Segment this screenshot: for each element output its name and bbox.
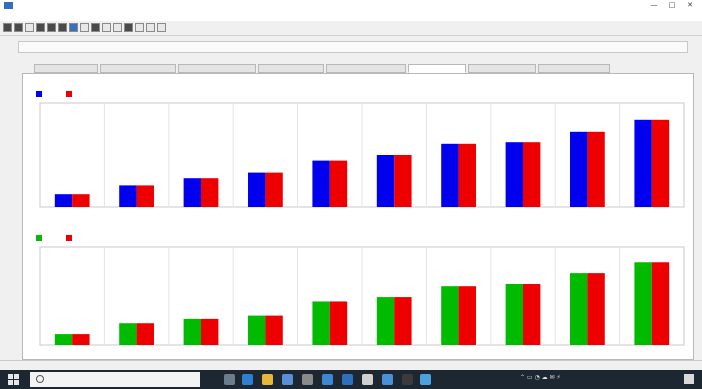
tab-3[interactable] (258, 64, 324, 73)
tab-2[interactable] (178, 64, 256, 73)
edge-icon[interactable] (242, 374, 253, 385)
toolbar-button-7[interactable] (80, 23, 89, 32)
chart-2-bar (72, 334, 90, 345)
chart-1-bar (394, 155, 412, 207)
chart-2-legend-swatch (66, 235, 72, 241)
chart-2-bar (458, 286, 476, 345)
chart-1-bar (248, 172, 266, 207)
task-view-icon[interactable] (224, 374, 235, 385)
store-icon[interactable] (282, 374, 293, 385)
chart-2-bar (119, 323, 137, 345)
app-icon (4, 2, 13, 9)
chart-1-bar (441, 143, 459, 207)
toolbar-button-1[interactable] (14, 23, 23, 32)
toolbar-button-2[interactable] (25, 23, 34, 32)
chart-1-bar (458, 143, 476, 207)
app-icon[interactable] (362, 374, 373, 385)
start-button[interactable] (8, 374, 20, 386)
chart-1-bar (634, 119, 652, 207)
toolbar-button-14[interactable] (157, 23, 166, 32)
maximize-button[interactable]: □ (666, 1, 678, 10)
tab-0[interactable] (34, 64, 98, 73)
window-icon[interactable] (382, 374, 393, 385)
taskbar-search-input[interactable] (30, 372, 200, 387)
chart-1-bar (523, 142, 541, 207)
toolbar-button-5[interactable] (58, 23, 67, 32)
chart-1-bar (587, 131, 605, 207)
chart-app-icon[interactable] (420, 374, 431, 385)
menu-bar (0, 11, 702, 21)
toolbar-button-0[interactable] (3, 23, 12, 32)
toolbar-button-9[interactable] (102, 23, 111, 32)
chart-2-bar (441, 286, 459, 345)
chart-1-bar (183, 178, 201, 207)
close-button[interactable]: ✕ (684, 1, 696, 10)
chart-1-plot (39, 102, 685, 208)
tab-5[interactable] (408, 64, 466, 73)
toolbar-button-4[interactable] (47, 23, 56, 32)
toolbar-button-8[interactable] (91, 23, 100, 32)
notification-icon[interactable] (684, 374, 694, 384)
toolbar-button-6[interactable] (69, 23, 78, 32)
chart-1-bar (72, 194, 90, 207)
browser-icon[interactable] (342, 374, 353, 385)
search-icon (36, 375, 44, 383)
terminal-icon[interactable] (402, 374, 413, 385)
settings-icon[interactable] (302, 374, 313, 385)
chart-2-bar (587, 273, 605, 345)
tab-6[interactable] (468, 64, 536, 73)
chart-2-bar (505, 284, 523, 345)
toolbar-button-13[interactable] (146, 23, 155, 32)
chart-1-legend-swatch (36, 91, 42, 97)
toolbar-button-12[interactable] (135, 23, 144, 32)
chart-1-bar (376, 155, 395, 207)
mail-icon[interactable] (322, 374, 333, 385)
chart-1-legend-swatch (66, 91, 72, 97)
chart-1-bar (570, 131, 588, 207)
toolbar-button-10[interactable] (113, 23, 122, 32)
chart-1-bar (54, 194, 73, 207)
chart-2-bar (394, 297, 412, 345)
tab-4[interactable] (326, 64, 406, 73)
info-bar (18, 41, 688, 53)
toolbar-button-3[interactable] (36, 23, 45, 32)
chart-1-bar (201, 178, 219, 207)
chart-2-bar (248, 315, 266, 345)
chart-1-bar (312, 160, 330, 207)
chart-2-bar (523, 284, 541, 345)
chart-2-bar (183, 318, 201, 345)
chart-2-bar (265, 315, 283, 345)
chart-2-bar (329, 301, 348, 345)
minimize-button[interactable]: — (648, 1, 660, 10)
tab-1[interactable] (100, 64, 176, 73)
chart-2-bar (201, 318, 219, 345)
chart-1-bar (136, 185, 154, 207)
toolbar-button-11[interactable] (124, 23, 133, 32)
chart-2-bar (136, 323, 154, 345)
title-bar (0, 0, 702, 11)
chart-2-bar (651, 262, 670, 345)
chart-1-bar (329, 160, 348, 207)
chart-2-bar (570, 273, 588, 345)
tab-7[interactable] (538, 64, 610, 73)
chart-1-bar (265, 172, 283, 207)
chart-2-bar (54, 334, 73, 345)
chart-2-bar (312, 301, 330, 345)
chart-2-legend-swatch (36, 235, 42, 241)
chart-2-bar (634, 262, 652, 345)
chart-2-bar (376, 297, 395, 345)
tray-icons[interactable]: ⌃ ▭ ◔ ☁ ✉ ⚡ (520, 374, 561, 381)
chart-2-plot (39, 246, 685, 346)
chart-1-bar (651, 119, 670, 207)
chart-1-bar (505, 142, 523, 207)
chart-1-bar (119, 185, 137, 207)
file-explorer-icon[interactable] (262, 374, 273, 385)
